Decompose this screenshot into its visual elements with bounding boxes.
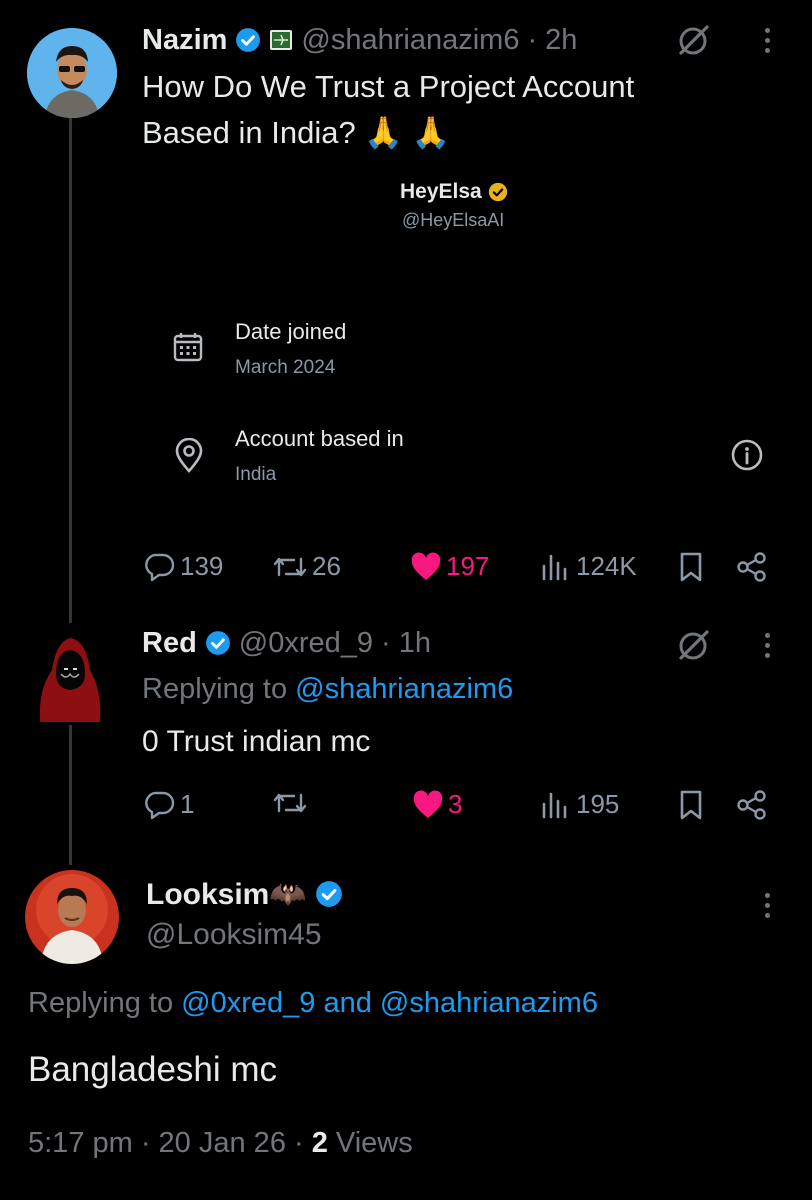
reply-button[interactable]: 1 [144, 789, 194, 820]
repost-icon [273, 793, 307, 813]
views-icon [542, 792, 567, 818]
like-count: 197 [446, 551, 490, 581]
author-handle[interactable]: @0xred_9 [239, 627, 373, 660]
replying-to: Replying to @shahrianazim6 [142, 673, 513, 706]
replying-to-link[interactable]: @0xred_9 [181, 987, 315, 1019]
grok-icon[interactable] [676, 627, 712, 663]
replying-to: Replying to @0xred_9 and @shahrianazim6 [28, 987, 598, 1020]
reply-icon [145, 791, 175, 819]
date-joined-label: Date joined [235, 319, 347, 344]
tweet-text: How Do We Trust a Project Account Based … [142, 64, 634, 156]
repost-button[interactable] [272, 789, 312, 817]
bookmark-icon[interactable] [678, 551, 704, 583]
replying-to-prefix: Replying to [142, 673, 288, 705]
repost-button[interactable]: 26 [272, 551, 341, 582]
embed-name: HeyElsa [400, 180, 482, 203]
replying-to-and: and [323, 987, 372, 1019]
replying-to-link[interactable]: @shahrianazim6 [295, 673, 513, 705]
repost-count: 26 [312, 551, 341, 581]
avatar-looksim[interactable] [25, 870, 119, 964]
tweet-header: Looksim🦇 [146, 874, 343, 914]
grok-icon[interactable] [676, 22, 712, 58]
views-label: Views [335, 1127, 413, 1159]
affiliate-badge-icon [270, 30, 293, 50]
views-button[interactable]: 124K [540, 551, 637, 582]
calendar-icon [173, 333, 203, 362]
like-count: 3 [448, 789, 463, 819]
verified-badge-icon [205, 631, 230, 655]
embed-handle: @HeyElsaAI [402, 210, 505, 230]
embed-profile-header: HeyElsa [400, 180, 508, 204]
views-count: 124K [576, 551, 637, 581]
thread-line [69, 725, 72, 865]
author-handle[interactable]: @Looksim45 [146, 918, 322, 952]
location-pin-icon [175, 438, 203, 473]
share-icon[interactable] [735, 789, 769, 821]
repost-icon [273, 557, 307, 576]
views-count: 2 [311, 1127, 328, 1159]
tweet-header: Red @0xred_9 · 1h [142, 625, 431, 661]
more-options-icon[interactable] [764, 28, 770, 58]
more-options-icon[interactable] [764, 633, 770, 663]
tweet-meta: 5:17 pm · 20 Jan 26 · 2 Views [28, 1127, 413, 1160]
tweet-text-line: How Do We Trust a Project Account [142, 69, 635, 104]
verified-badge-icon [236, 28, 261, 52]
reply-icon [145, 553, 175, 581]
tweet-text: Bangladeshi mc [28, 1050, 278, 1089]
verified-gold-icon [488, 182, 507, 202]
info-icon [731, 439, 763, 471]
tweet-time: · 1h [381, 626, 432, 659]
bookmark-icon[interactable] [678, 789, 704, 821]
thread-line [69, 118, 72, 623]
reply-count: 1 [180, 789, 195, 819]
heart-filled-icon [413, 790, 443, 818]
reply-button[interactable]: 139 [144, 551, 223, 582]
account-based-label: Account based in [235, 426, 404, 451]
avatar-red[interactable] [30, 630, 110, 722]
like-button[interactable]: 3 [412, 789, 462, 820]
replying-to-link[interactable]: @shahrianazim6 [380, 987, 598, 1019]
more-options-icon[interactable] [764, 893, 770, 923]
avatar-nazim[interactable] [27, 28, 117, 118]
views-button[interactable]: 195 [540, 789, 619, 820]
author-name[interactable]: Nazim [142, 24, 227, 57]
author-name[interactable]: Looksim🦇 [146, 877, 307, 912]
like-button[interactable]: 197 [410, 551, 489, 582]
tweet-text-line: Based in India? 🙏 🙏 [142, 115, 451, 150]
verified-badge-icon [315, 881, 342, 907]
views-count: 195 [576, 789, 620, 819]
tweet-timestamp[interactable]: 5:17 pm · 20 Jan 26 · [28, 1127, 304, 1159]
heart-filled-icon [411, 552, 441, 580]
tweet-header: Nazim @shahrianazim6 · 2h [142, 22, 577, 58]
share-icon[interactable] [735, 551, 769, 583]
reply-count: 139 [180, 551, 224, 581]
replying-to-prefix: Replying to [28, 987, 174, 1019]
author-handle[interactable]: @shahrianazim6 [301, 24, 519, 57]
tweet-time: · 2h [527, 23, 578, 56]
date-joined-value: March 2024 [235, 357, 336, 378]
account-based-value: India [235, 464, 277, 485]
tweet-text: 0 Trust indian mc [142, 725, 371, 758]
author-name[interactable]: Red [142, 627, 197, 660]
views-icon [542, 554, 567, 580]
